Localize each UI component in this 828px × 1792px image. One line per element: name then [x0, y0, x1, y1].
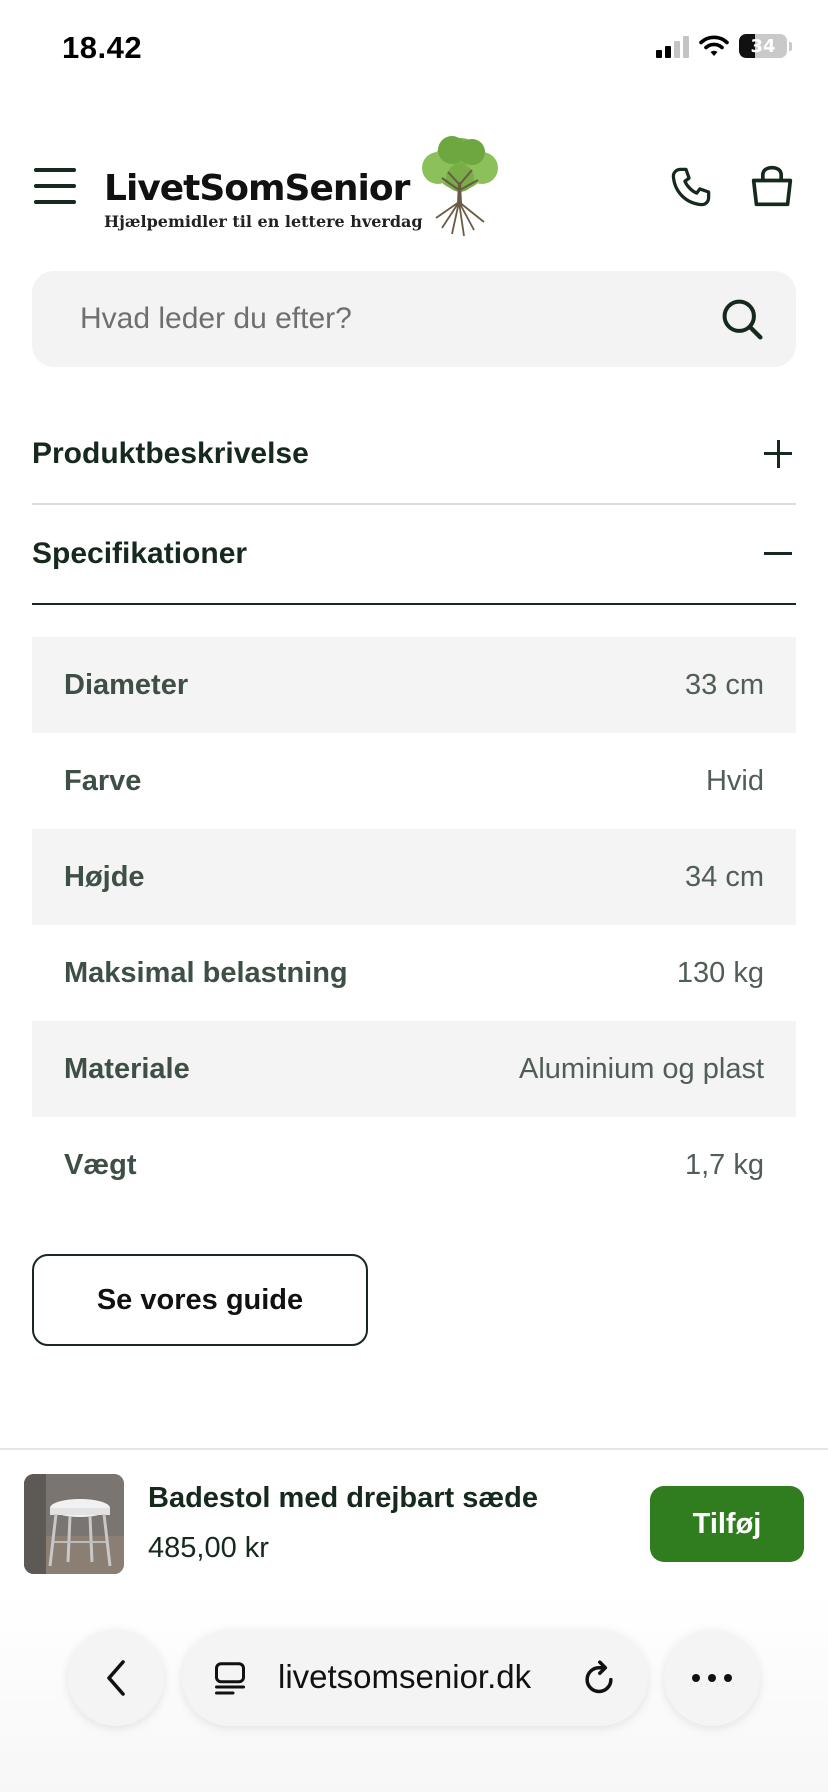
spec-label: Vægt — [64, 1148, 137, 1181]
reader-mode-icon[interactable] — [212, 1660, 248, 1696]
spec-value: Aluminium og plast — [519, 1052, 764, 1085]
product-price: 485,00 kr — [148, 1532, 269, 1564]
specifications-table: Diameter 33 cm Farve Hvid Højde 34 cm Ma… — [32, 637, 796, 1213]
address-bar[interactable]: livetsomsenior.dk — [182, 1630, 648, 1726]
product-image — [24, 1474, 124, 1574]
plus-icon — [764, 440, 792, 468]
spec-label: Maksimal belastning — [64, 956, 348, 989]
site-logo[interactable]: LivetSomSenior Hjælpemidler til en lette… — [102, 134, 512, 244]
logo-name: LivetSomSenior — [104, 168, 410, 209]
accordion-title: Specifikationer — [32, 537, 248, 570]
back-button[interactable] — [68, 1630, 164, 1726]
battery-percent: 34 — [750, 35, 776, 57]
wifi-icon — [699, 35, 729, 56]
accordion-product-description[interactable]: Produktbeskrivelse — [32, 405, 796, 505]
browser-toolbar: livetsomsenior.dk — [0, 1590, 828, 1792]
search-icon[interactable] — [720, 297, 764, 341]
spec-value: 33 cm — [685, 668, 764, 701]
accordion-title: Produktbeskrivelse — [32, 437, 309, 470]
spec-label: Diameter — [64, 668, 189, 701]
status-icons: 34 — [656, 34, 792, 58]
logo-tagline: Hjælpemidler til en lettere hverdag — [104, 212, 423, 231]
minus-icon — [764, 540, 792, 568]
search-bar — [32, 271, 796, 367]
guide-button[interactable]: Se vores guide — [32, 1254, 368, 1346]
product-name: Badestol med drejbart sæde — [148, 1482, 538, 1514]
spec-row: Højde 34 cm — [32, 829, 796, 925]
battery-icon: 34 — [739, 34, 787, 58]
spec-row: Farve Hvid — [32, 733, 796, 829]
shopping-bag-icon[interactable] — [748, 164, 796, 208]
spec-row: Diameter 33 cm — [32, 637, 796, 733]
status-time: 18.42 — [62, 30, 143, 65]
chevron-left-icon — [107, 1660, 125, 1696]
more-dots-icon[interactable] — [664, 1630, 760, 1726]
spec-row: Vægt 1,7 kg — [32, 1117, 796, 1213]
spec-label: Materiale — [64, 1052, 190, 1085]
add-to-cart-button[interactable]: Tilføj — [650, 1486, 804, 1562]
spec-value: 34 cm — [685, 860, 764, 893]
status-bar: 18.42 34 — [0, 0, 828, 100]
search-input[interactable] — [80, 271, 700, 367]
hamburger-menu-icon[interactable] — [34, 168, 76, 204]
spec-label: Højde — [64, 860, 145, 893]
spec-value: 1,7 kg — [685, 1148, 764, 1181]
battery-tip — [789, 41, 792, 51]
tree-logo-icon — [422, 136, 498, 237]
site-header: LivetSomSenior Hjælpemidler til en lette… — [0, 120, 828, 250]
accordion-specifications[interactable]: Specifikationer — [32, 505, 796, 605]
spec-value: Hvid — [705, 764, 764, 797]
spec-row: Maksimal belastning 130 kg — [32, 925, 796, 1021]
reload-icon[interactable] — [580, 1659, 618, 1697]
product-thumbnail — [24, 1474, 124, 1574]
cellular-signal-icon — [656, 34, 689, 58]
spec-label: Farve — [64, 764, 142, 797]
spec-row: Materiale Aluminium og plast — [32, 1021, 796, 1117]
phone-icon[interactable] — [668, 164, 714, 210]
spec-value: 130 kg — [676, 956, 764, 989]
address-url: livetsomsenior.dk — [278, 1658, 532, 1695]
